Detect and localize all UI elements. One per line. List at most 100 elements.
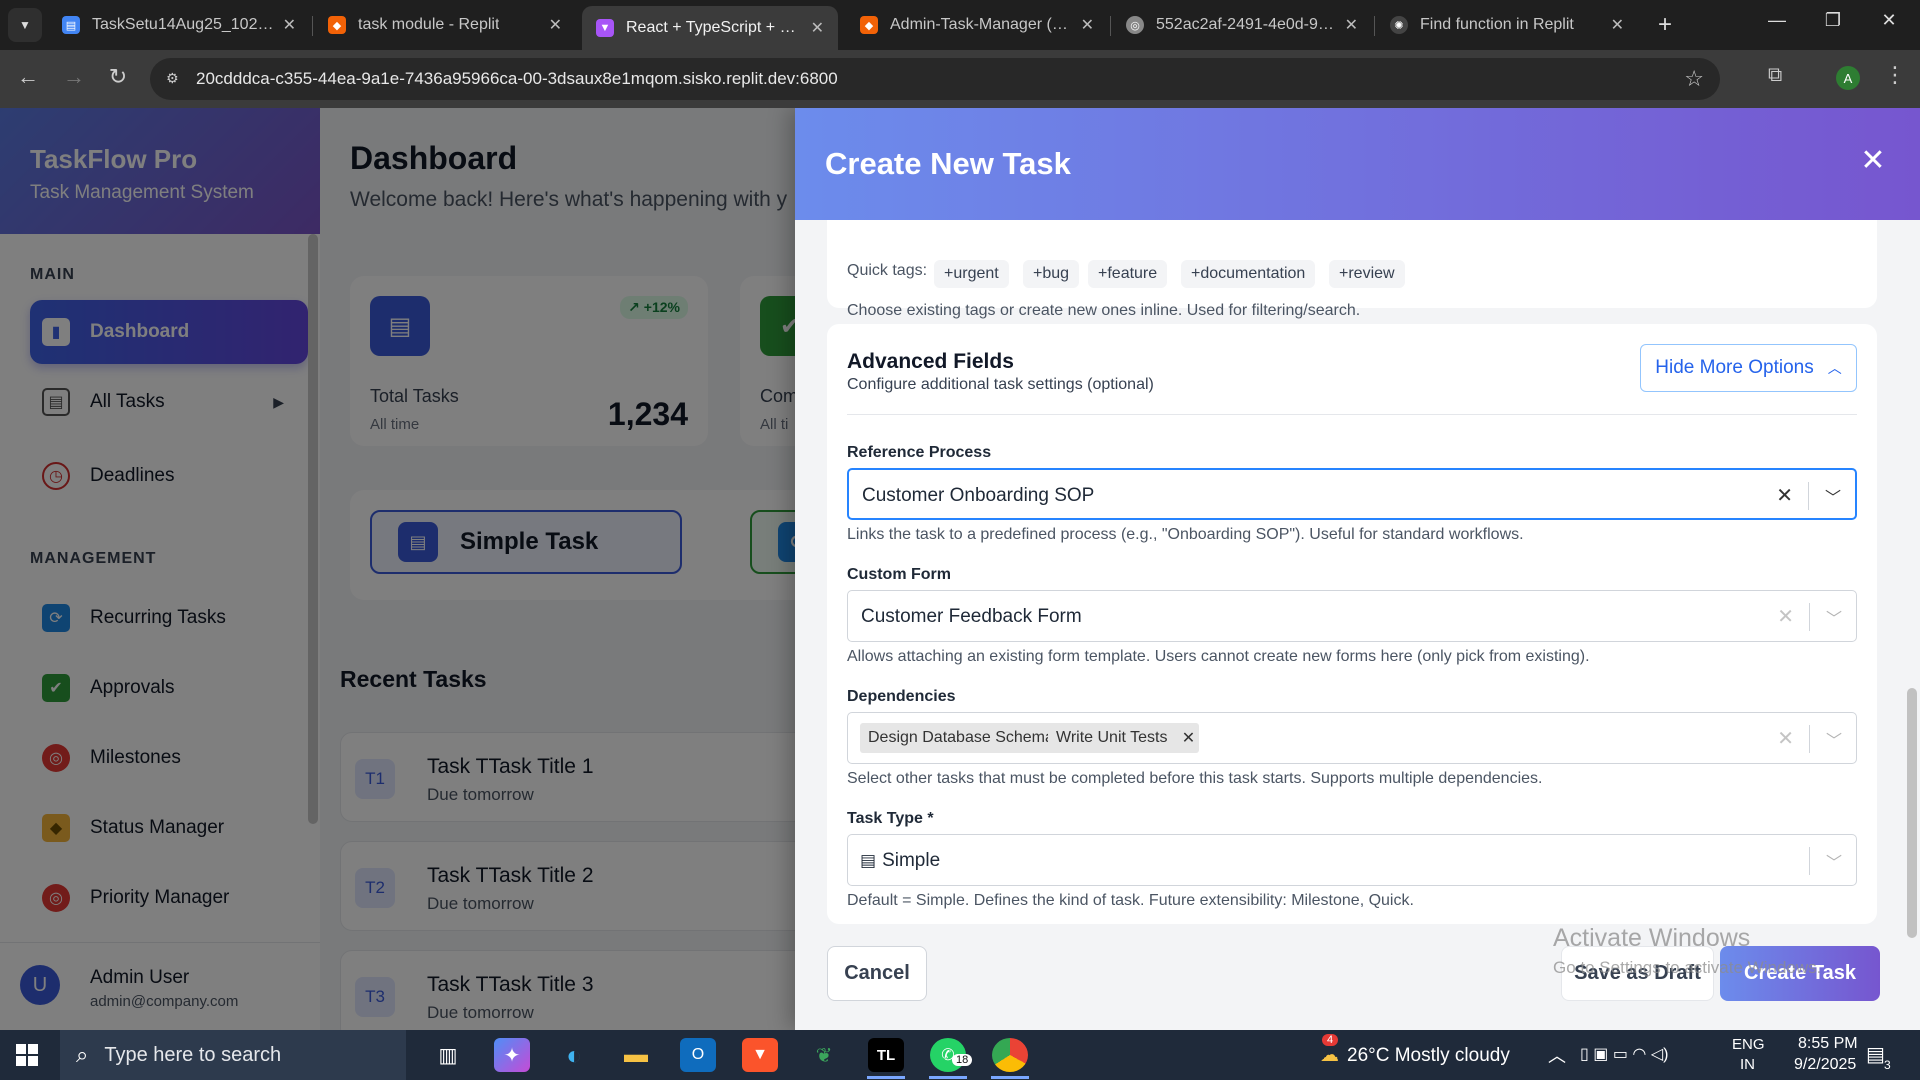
chevron-up-icon[interactable]: ︿	[1548, 1042, 1566, 1068]
chevron-down-icon[interactable]: ﹀	[1825, 484, 1841, 508]
close-tab-icon[interactable]: ✕	[803, 18, 824, 38]
field-label: Task Type *	[847, 810, 934, 827]
tray-icons[interactable]: ▯ ▣ ▭ ◠ ◁)	[1580, 1044, 1668, 1064]
dependency-chip: Write Unit Tests ✕	[1048, 723, 1200, 753]
notification-icon[interactable]: ▤	[1866, 1042, 1885, 1067]
address-bar[interactable]: ⚙ 20cdddca-c355-44ea-9a1e-7436a95966ca-0…	[150, 58, 1720, 100]
quick-tag-documentation[interactable]: +documentation	[1181, 260, 1316, 288]
restore-icon[interactable]: ❐	[1818, 10, 1848, 31]
quick-tag-review[interactable]: +review	[1329, 260, 1405, 288]
chip-label: Write Unit Tests	[1056, 729, 1168, 746]
select-value-text: Simple	[882, 850, 941, 871]
edge-icon[interactable]: ◐	[556, 1038, 592, 1072]
modal-scrollbar[interactable]	[1907, 688, 1917, 938]
bookmark-star-icon[interactable]: ☆	[1684, 66, 1704, 92]
tab-search-button[interactable]: ▼	[8, 8, 42, 42]
file-explorer-icon[interactable]: ▬	[618, 1038, 654, 1072]
app-viewport: TaskFlow Pro Task Management System MAIN…	[0, 108, 1920, 1030]
browser-toolbar: ← → ↻ ⚙ 20cdddca-c355-44ea-9a1e-7436a959…	[0, 50, 1920, 108]
chevron-down-icon[interactable]: ﹀	[1826, 727, 1842, 751]
language-bottom[interactable]: IN	[1740, 1056, 1755, 1073]
browser-tab-1[interactable]: ▤ TaskSetu14Aug25_102020... ✕	[48, 6, 310, 44]
chevron-down-icon[interactable]: ﹀	[1826, 849, 1842, 873]
section-title: Advanced Fields	[847, 350, 1014, 373]
dependencies-multiselect[interactable]: Design Database Schema ✕ Write Unit Test…	[847, 712, 1857, 764]
advanced-fields-card: Advanced Fields Configure additional tas…	[827, 324, 1877, 924]
cancel-button[interactable]: Cancel	[827, 946, 927, 1001]
activate-windows-watermark: Activate Windows	[1553, 924, 1751, 952]
brave-icon[interactable]: ▼	[742, 1038, 778, 1072]
url-text[interactable]: 20cdddca-c355-44ea-9a1e-7436a95966ca-00-…	[196, 69, 838, 89]
language-top[interactable]: ENG	[1732, 1036, 1765, 1053]
field-label: Dependencies	[847, 688, 956, 705]
tl-app-icon[interactable]: TL	[868, 1038, 904, 1072]
mongodb-icon[interactable]: ❦	[806, 1038, 842, 1072]
search-placeholder: Type here to search	[104, 1043, 282, 1066]
browser-tab-6[interactable]: ✺ Find function in Replit ✕	[1376, 6, 1638, 44]
browser-menu-icon[interactable]: ⋮	[1884, 62, 1906, 88]
close-tab-icon[interactable]: ✕	[541, 15, 562, 35]
clear-icon[interactable]: ✕	[1777, 726, 1794, 751]
task-view-icon[interactable]: ▥	[430, 1038, 466, 1072]
activate-windows-subtext: Go to Settings to activate Windows.	[1553, 958, 1822, 977]
close-tab-icon[interactable]: ✕	[1603, 15, 1624, 35]
browser-tab-5[interactable]: ◎ 552ac2af-2491-4e0d-9aad ✕	[1112, 6, 1372, 44]
custom-form-select[interactable]: Customer Feedback Form ✕ ﹀	[847, 590, 1857, 642]
chrome-icon[interactable]	[992, 1038, 1028, 1072]
close-tab-icon[interactable]: ✕	[275, 15, 296, 35]
select-value: Customer Feedback Form	[861, 606, 1082, 627]
outlook-icon[interactable]: O	[680, 1038, 716, 1072]
browser-tab-4[interactable]: ◆ Admin-Task-Manager (1) - ✕	[846, 6, 1108, 44]
indicator-separator	[1809, 725, 1810, 753]
chatgpt-icon: ✺	[1390, 16, 1408, 34]
browser-tab-3-active[interactable]: ▼ React + TypeScript + Replit ✕	[582, 6, 838, 50]
chip-label: Design Database Schema	[868, 729, 1054, 746]
field-help: Default = Simple. Defines the kind of ta…	[847, 892, 1414, 909]
minimize-icon[interactable]: —	[1762, 10, 1792, 31]
forward-arrow-icon[interactable]: →	[58, 64, 90, 90]
clipboard-icon: ▤	[860, 851, 877, 870]
back-arrow-icon[interactable]: ←	[12, 64, 44, 90]
notification-count: 3	[1884, 1058, 1891, 1072]
clear-icon[interactable]: ✕	[1777, 604, 1794, 629]
section-subtitle: Configure additional task settings (opti…	[847, 376, 1154, 393]
indicator-separator	[1808, 482, 1809, 510]
remove-chip-icon[interactable]: ✕	[1177, 728, 1199, 748]
clear-icon[interactable]: ✕	[1776, 483, 1793, 508]
cloud-icon: ☁	[1320, 1045, 1339, 1066]
new-tab-button[interactable]: +	[1650, 10, 1680, 40]
clock-date[interactable]: 9/2/2025	[1794, 1056, 1856, 1074]
weather-widget[interactable]: ☁ 26°C Mostly cloudy	[1320, 1044, 1510, 1067]
quick-tag-bug[interactable]: +bug	[1023, 260, 1080, 288]
profile-avatar[interactable]: A	[1836, 66, 1860, 90]
reload-icon[interactable]: ↻	[102, 64, 134, 90]
close-icon[interactable]: ✕	[1856, 144, 1890, 178]
field-help: Allows attaching an existing form templa…	[847, 648, 1590, 665]
site-info-icon[interactable]: ⚙	[166, 70, 184, 88]
tab-title: Admin-Task-Manager (1) -	[890, 16, 1073, 33]
reference-process-select[interactable]: Customer Onboarding SOP ✕ ﹀	[847, 468, 1857, 520]
tab-title: TaskSetu14Aug25_102020...	[92, 16, 275, 33]
task-type-select[interactable]: ▤ Simple ﹀	[847, 834, 1857, 886]
weather-text: 26°C Mostly cloudy	[1347, 1045, 1510, 1066]
browser-tab-2[interactable]: ◆ task module - Replit ✕	[314, 6, 576, 44]
modal-title: Create New Task	[825, 146, 1071, 181]
clock-time[interactable]: 8:55 PM	[1798, 1035, 1858, 1053]
button-label: Hide More Options	[1655, 357, 1814, 378]
whatsapp-badge: 18	[952, 1054, 973, 1066]
extensions-puzzle-icon[interactable]: ⧉	[1768, 64, 1794, 90]
select-value: ▤ Simple	[860, 850, 940, 872]
close-tab-icon[interactable]: ✕	[1337, 15, 1358, 35]
chevron-down-icon[interactable]: ﹀	[1826, 605, 1842, 629]
tags-help-text: Choose existing tags or create new ones …	[847, 302, 1361, 319]
copilot-icon[interactable]: ✦	[494, 1038, 530, 1072]
hide-more-options-button[interactable]: Hide More Options ︿	[1640, 344, 1857, 392]
taskbar-search[interactable]: ⌕ Type here to search	[60, 1030, 406, 1080]
windows-start-icon[interactable]	[16, 1044, 38, 1066]
close-tab-icon[interactable]: ✕	[1073, 15, 1094, 35]
quick-tag-feature[interactable]: +feature	[1088, 260, 1168, 288]
window-close-icon[interactable]: ✕	[1874, 10, 1904, 31]
modal-header: Create New Task ✕	[795, 108, 1920, 220]
quick-tag-urgent[interactable]: +urgent	[934, 260, 1009, 288]
tab-title: 552ac2af-2491-4e0d-9aad	[1156, 16, 1337, 33]
